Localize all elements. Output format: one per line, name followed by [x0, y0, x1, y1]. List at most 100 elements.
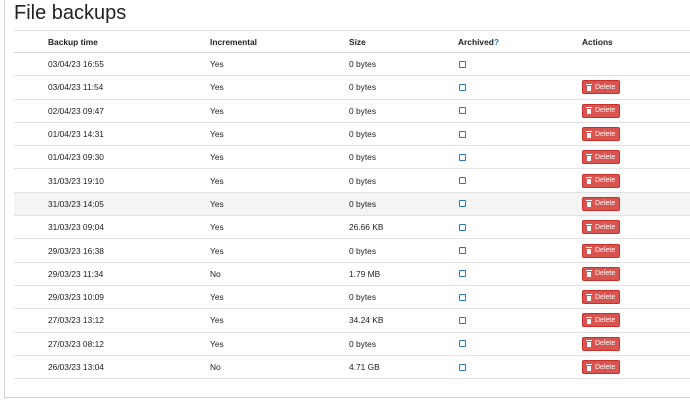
header-backup-time: Backup time — [48, 36, 98, 47]
archived-cell — [458, 309, 466, 331]
delete-button[interactable]: Delete — [582, 290, 621, 305]
delete-button[interactable]: Delete — [582, 103, 621, 118]
archived-cell — [458, 169, 466, 191]
incremental-cell: Yes — [210, 245, 224, 256]
delete-button[interactable]: Delete — [582, 360, 621, 374]
size-cell: 1.79 MB — [349, 268, 381, 279]
actions-cell: Delete — [582, 123, 621, 145]
archived-cell — [458, 356, 466, 378]
table-row: 31/03/23 19:10 Yes 0 bytes Delete — [14, 169, 690, 193]
table-row: 03/04/23 11:54 Yes 0 bytes Delete — [14, 76, 690, 100]
delete-label: Delete — [595, 270, 616, 278]
archived-checkbox[interactable] — [459, 363, 466, 371]
size-cell: 0 bytes — [349, 292, 377, 303]
delete-button[interactable]: Delete — [582, 150, 621, 165]
archived-checkbox[interactable] — [459, 83, 466, 91]
header-actions: Actions — [582, 36, 613, 47]
size-cell: 26.66 KB — [349, 222, 384, 233]
archived-cell — [458, 263, 466, 285]
incremental-cell: Yes — [210, 129, 224, 140]
archived-checkbox[interactable] — [459, 153, 466, 161]
size-cell: 0 bytes — [349, 129, 377, 140]
archived-checkbox[interactable] — [459, 177, 466, 185]
incremental-cell: Yes — [210, 222, 224, 233]
backup-time-cell: 29/03/23 16:38 — [48, 245, 104, 256]
delete-button[interactable]: Delete — [582, 220, 621, 235]
trash-icon — [586, 200, 592, 208]
archived-checkbox[interactable] — [459, 60, 466, 68]
incremental-cell: Yes — [210, 82, 224, 93]
actions-cell: Delete — [582, 263, 621, 285]
archived-cell — [458, 76, 466, 98]
table-row: 01/04/23 14:31 Yes 0 bytes Delete — [14, 123, 690, 147]
archived-checkbox[interactable] — [459, 293, 466, 301]
delete-button[interactable]: Delete — [582, 313, 621, 328]
archived-checkbox[interactable] — [459, 200, 466, 208]
archived-cell — [458, 100, 466, 122]
header-size: Size — [349, 36, 366, 47]
incremental-cell: Yes — [210, 152, 224, 163]
archived-cell — [458, 53, 466, 75]
actions-cell: Delete — [582, 193, 621, 215]
page-title: File backups — [14, 2, 127, 24]
delete-button[interactable]: Delete — [582, 336, 621, 351]
delete-label: Delete — [595, 200, 616, 208]
backup-time-cell: 31/03/23 09:04 — [48, 222, 104, 233]
delete-label: Delete — [595, 153, 616, 161]
archived-checkbox[interactable] — [459, 340, 466, 348]
trash-icon — [586, 270, 592, 278]
size-cell: 0 bytes — [349, 152, 377, 163]
actions-cell: Delete — [582, 333, 621, 355]
delete-button[interactable]: Delete — [582, 80, 621, 95]
archived-cell — [458, 216, 466, 238]
delete-button[interactable]: Delete — [582, 266, 621, 281]
delete-label: Delete — [595, 83, 616, 91]
backup-time-cell: 03/04/23 16:55 — [48, 59, 104, 70]
archived-checkbox[interactable] — [459, 223, 466, 231]
actions-cell: Delete — [582, 76, 621, 98]
archived-checkbox[interactable] — [459, 316, 466, 324]
size-cell: 0 bytes — [349, 338, 377, 349]
backup-time-cell: 26/03/23 13:04 — [48, 362, 104, 372]
backup-time-cell: 27/03/23 08:12 — [48, 338, 104, 349]
archived-help-link[interactable]: ? — [494, 37, 499, 47]
size-cell: 0 bytes — [349, 245, 377, 256]
archived-checkbox[interactable] — [459, 130, 466, 138]
archived-checkbox[interactable] — [459, 247, 466, 255]
size-cell: 0 bytes — [349, 105, 377, 116]
trash-icon — [586, 340, 592, 348]
archived-cell — [458, 146, 466, 168]
archived-cell — [458, 333, 466, 355]
incremental-cell: No — [210, 268, 221, 279]
header-archived: Archived? — [458, 31, 499, 52]
delete-button[interactable]: Delete — [582, 127, 621, 142]
trash-icon — [586, 363, 592, 371]
table-row: 27/03/23 13:12 Yes 34.24 KB Delete — [14, 309, 690, 333]
delete-button[interactable]: Delete — [582, 173, 621, 188]
incremental-cell: Yes — [210, 105, 224, 116]
incremental-cell: Yes — [210, 175, 224, 186]
archived-checkbox[interactable] — [459, 270, 466, 278]
table-row: 03/04/23 16:55 Yes 0 bytes — [14, 53, 690, 77]
delete-button[interactable]: Delete — [582, 243, 621, 258]
delete-label: Delete — [595, 316, 616, 324]
incremental-cell: Yes — [210, 338, 224, 349]
trash-icon — [586, 83, 592, 91]
archived-cell — [458, 286, 466, 308]
trash-icon — [586, 293, 592, 301]
archived-cell — [458, 193, 466, 215]
actions-cell: Delete — [582, 239, 621, 261]
actions-cell: Delete — [582, 146, 621, 168]
backup-time-cell: 29/03/23 11:34 — [48, 268, 104, 279]
size-cell: 34.24 KB — [349, 315, 384, 326]
actions-cell: Delete — [582, 169, 621, 191]
backup-time-cell: 02/04/23 09:47 — [48, 105, 104, 116]
table-row: 01/04/23 09:30 Yes 0 bytes Delete — [14, 146, 690, 170]
delete-button[interactable]: Delete — [582, 196, 621, 211]
trash-icon — [586, 177, 592, 185]
trash-icon — [586, 316, 592, 324]
trash-icon — [586, 223, 592, 231]
archived-checkbox[interactable] — [459, 107, 466, 115]
size-cell: 0 bytes — [349, 198, 377, 209]
backup-time-cell: 31/03/23 19:10 — [48, 175, 104, 186]
